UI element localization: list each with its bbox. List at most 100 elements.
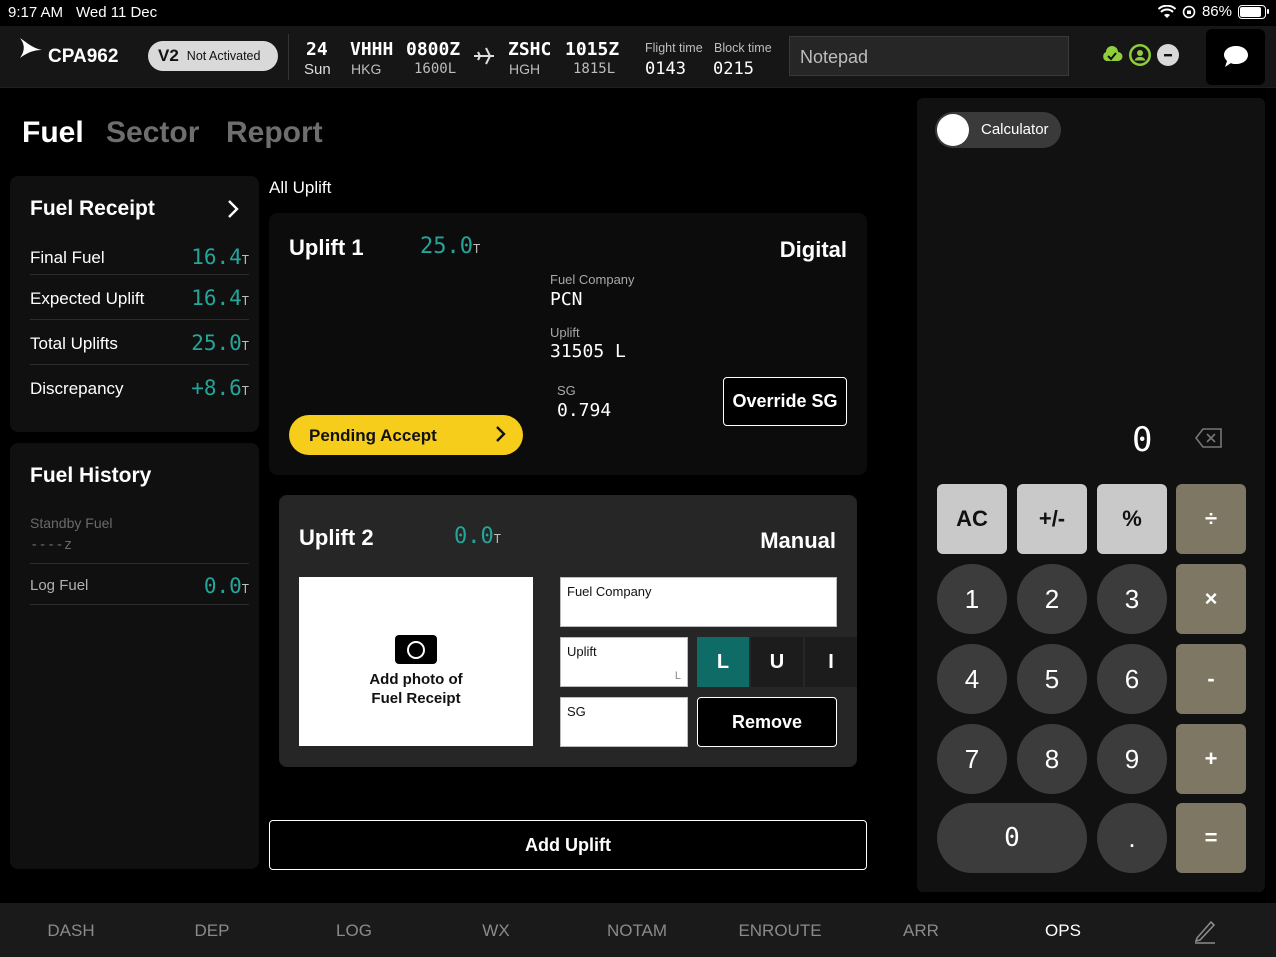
- calc-key-6[interactable]: 6: [1097, 644, 1167, 714]
- unit-label: T: [241, 582, 249, 596]
- notepad-input[interactable]: Notepad: [789, 36, 1069, 76]
- calc-key-1[interactable]: 1: [937, 564, 1007, 634]
- nav-arr[interactable]: ARR: [903, 921, 939, 941]
- add-uplift-button[interactable]: Add Uplift: [269, 820, 867, 870]
- nav-notam[interactable]: NOTAM: [607, 921, 667, 941]
- uplift-value: 31505 L: [550, 341, 626, 362]
- add-photo-button[interactable]: Add photo of Fuel Receipt: [299, 577, 533, 746]
- calc-key-5[interactable]: 5: [1017, 644, 1087, 714]
- uplift-label: Uplift: [550, 325, 580, 340]
- sg-input[interactable]: SG: [560, 697, 688, 747]
- calculator-display: 0: [1132, 420, 1153, 460]
- cloud-check-icon[interactable]: [1100, 43, 1124, 67]
- wifi-icon: [1157, 4, 1176, 18]
- calc-key-percent[interactable]: %: [1097, 484, 1167, 554]
- unit-l-button[interactable]: L: [697, 637, 749, 687]
- fuel-receipt-card[interactable]: Fuel Receipt Final Fuel 16.4T Expected U…: [10, 176, 259, 432]
- calc-key-ac[interactable]: AC: [937, 484, 1007, 554]
- uplift-2-mode: Manual: [760, 528, 836, 553]
- calc-key-equals[interactable]: =: [1176, 803, 1246, 873]
- block-time-label: Block time: [714, 41, 772, 55]
- sg-placeholder: SG: [567, 704, 586, 719]
- calc-key-0[interactable]: 0: [937, 803, 1087, 873]
- nav-dep[interactable]: DEP: [195, 921, 230, 941]
- block-time-value: 0215: [713, 59, 754, 79]
- calc-key-subtract[interactable]: -: [1176, 644, 1246, 714]
- add-photo-label-line2: Fuel Receipt: [371, 690, 461, 707]
- calc-key-7[interactable]: 7: [937, 724, 1007, 794]
- override-sg-button[interactable]: Override SG: [723, 377, 847, 426]
- calc-key-9[interactable]: 9: [1097, 724, 1167, 794]
- chevron-right-icon: [496, 426, 506, 442]
- standby-fuel-row: Standby Fuel ----z: [30, 511, 249, 564]
- remove-button[interactable]: Remove: [697, 697, 837, 747]
- uplift-placeholder: Uplift: [567, 644, 597, 659]
- flight-time-label: Flight time: [645, 41, 703, 55]
- discrepancy-value: +8.6: [191, 376, 242, 400]
- battery-icon: [1238, 4, 1269, 19]
- fuel-receipt-title: Fuel Receipt: [30, 197, 155, 220]
- calc-key-8[interactable]: 8: [1017, 724, 1087, 794]
- uplift-input[interactable]: Uplift L: [560, 637, 688, 687]
- unit-label: T: [493, 532, 501, 546]
- calc-key-decimal[interactable]: .: [1097, 803, 1167, 873]
- backspace-icon[interactable]: [1195, 428, 1223, 448]
- calculator-panel: Calculator 0 AC +/- % ÷ 1 2 3 × 4 5 6 - …: [917, 98, 1265, 892]
- fuel-company-input[interactable]: Fuel Company: [560, 577, 837, 627]
- flight-day-number: 24: [306, 39, 328, 60]
- nav-dash[interactable]: DASH: [47, 921, 94, 941]
- discrepancy-label: Discrepancy: [30, 379, 124, 398]
- calc-key-sign[interactable]: +/-: [1017, 484, 1087, 554]
- sg-value: 0.794: [557, 400, 612, 421]
- calc-key-2[interactable]: 2: [1017, 564, 1087, 634]
- calc-key-multiply[interactable]: ×: [1176, 564, 1246, 634]
- flight-time-value: 0143: [645, 59, 686, 79]
- expected-uplift-value: 16.4: [191, 286, 242, 310]
- calc-key-divide[interactable]: ÷: [1176, 484, 1246, 554]
- calculator-toggle[interactable]: Calculator: [935, 112, 1061, 148]
- messages-button[interactable]: [1206, 29, 1265, 85]
- calc-key-3[interactable]: 3: [1097, 564, 1167, 634]
- uplift-unit-hint: L: [674, 670, 681, 682]
- callsign: CPA962: [48, 46, 119, 67]
- tab-fuel[interactable]: Fuel: [22, 116, 84, 150]
- minus-circle-icon[interactable]: [1156, 43, 1180, 67]
- unit-i-button[interactable]: I: [805, 637, 857, 687]
- calc-key-4[interactable]: 4: [937, 644, 1007, 714]
- uplift-2-title: Uplift 2: [299, 525, 374, 550]
- uplift-1-value: 25.0: [420, 234, 473, 259]
- nav-enroute[interactable]: ENROUTE: [738, 921, 821, 941]
- tab-report[interactable]: Report: [226, 116, 323, 150]
- user-circle-icon[interactable]: [1128, 43, 1152, 67]
- arr-icao: ZSHC: [508, 39, 552, 60]
- pending-accept-label: Pending Accept: [309, 426, 437, 445]
- calculator-toggle-label: Calculator: [981, 121, 1049, 138]
- pending-accept-button[interactable]: Pending Accept: [289, 415, 523, 455]
- fuel-company-label: Fuel Company: [550, 272, 635, 287]
- add-photo-label-line1: Add photo of: [369, 671, 463, 688]
- tab-sector[interactable]: Sector: [106, 116, 199, 150]
- flight-day-name: Sun: [304, 61, 331, 78]
- unit-label: T: [241, 253, 249, 267]
- airplane-icon: [474, 47, 494, 65]
- version-label: V2: [158, 46, 179, 65]
- flight-header: CPA962 V2 Not Activated 24 Sun VHHH HKG …: [0, 26, 1276, 88]
- chevron-right-icon[interactable]: [226, 198, 240, 220]
- arr-iata: HGH: [509, 61, 541, 77]
- unit-u-button[interactable]: U: [751, 637, 803, 687]
- nav-log[interactable]: LOG: [336, 921, 372, 941]
- toggle-knob: [937, 114, 969, 146]
- fuel-receipt-row: Expected Uplift 16.4T: [30, 275, 249, 320]
- log-fuel-label: Log Fuel: [30, 577, 89, 594]
- total-uplifts-value: 25.0: [191, 331, 242, 355]
- nav-wx[interactable]: WX: [482, 921, 509, 941]
- sg-label: SG: [557, 383, 576, 398]
- calc-key-add[interactable]: +: [1176, 724, 1246, 794]
- pencil-icon[interactable]: [1193, 918, 1217, 944]
- nav-ops[interactable]: OPS: [1045, 921, 1081, 941]
- fuel-company-placeholder: Fuel Company: [567, 584, 652, 599]
- fuel-history-card: Fuel History Standby Fuel ----z Log Fuel…: [10, 443, 259, 869]
- battery-percent: 86%: [1201, 3, 1232, 20]
- version-badge[interactable]: V2 Not Activated: [148, 41, 278, 71]
- arr-time-local: 1815L: [573, 61, 616, 77]
